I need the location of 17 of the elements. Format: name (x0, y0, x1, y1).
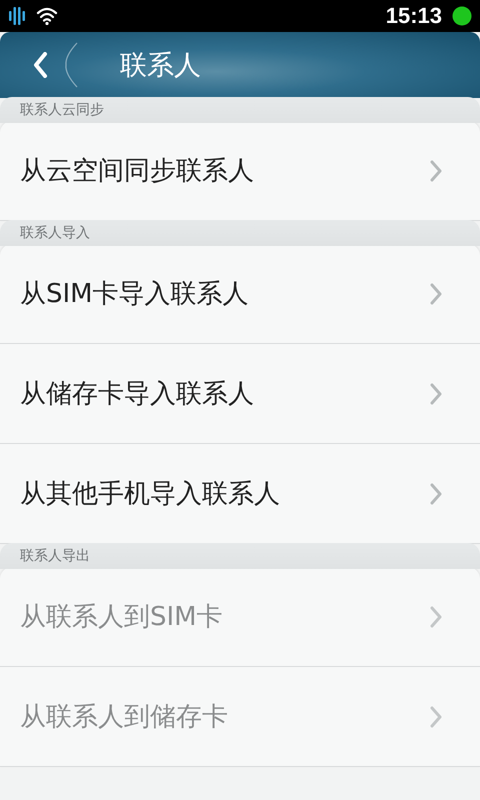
status-dot-icon (452, 6, 472, 26)
list-item[interactable]: 从储存卡导入联系人 (0, 344, 480, 444)
chevron-right-icon (430, 606, 442, 628)
divider-curve-icon (64, 42, 78, 88)
screen-title: 联系人 (120, 49, 201, 83)
chevron-right-icon (430, 706, 442, 728)
clock-time: 15:13 (386, 3, 442, 29)
section-header: 联系人云同步 (0, 97, 480, 123)
chevron-right-icon (430, 160, 442, 182)
chevron-right-icon (430, 482, 442, 504)
chevron-right-icon (430, 282, 442, 304)
section-header: 联系人导出 (0, 543, 480, 569)
wifi-icon (36, 7, 58, 25)
chevron-right-icon (430, 382, 442, 404)
section-header: 联系人导入 (0, 220, 480, 246)
list-item[interactable]: 从SIM卡导入联系人 (0, 244, 480, 344)
signal-icon (8, 6, 26, 26)
